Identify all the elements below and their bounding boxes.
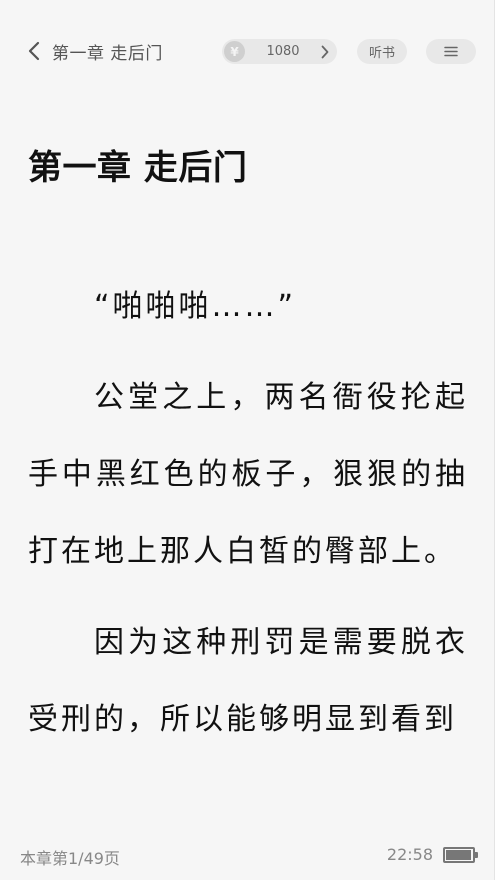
chevron-left-icon <box>28 41 40 61</box>
chapter-title: 第一章 走后门 <box>28 148 248 188</box>
battery-level <box>446 849 471 860</box>
status-area: 22:58 <box>386 845 478 864</box>
coin-balance: 1080 <box>266 44 300 59</box>
paragraph: “啪啪啪……” <box>94 289 297 324</box>
reader-top-bar: 第一章 走后门 ¥ 1080 听书 <box>0 36 494 66</box>
paragraph: 公堂之上，两名衙役抡起手中黑红色的板子，狠狠的抽打在地上那人白皙的臀部上。 <box>28 380 468 569</box>
back-button[interactable]: 第一章 走后门 <box>28 38 163 64</box>
listen-book-button[interactable]: 听书 <box>357 39 407 64</box>
yuan-coin-icon: ¥ <box>224 41 245 62</box>
coin-balance-button[interactable]: ¥ 1080 <box>222 39 337 64</box>
battery-icon <box>443 846 478 863</box>
chevron-right-icon <box>321 45 329 59</box>
page-indicator: 本章第1/49页 <box>20 849 120 868</box>
paragraph: 因为这种刑罚是需要脱衣受刑的，所以能够明显到看到 <box>28 625 468 737</box>
clock: 22:58 <box>386 845 433 864</box>
battery-tip <box>475 851 478 858</box>
menu-button[interactable] <box>426 39 476 64</box>
menu-icon <box>444 42 458 61</box>
chapter-content[interactable]: “啪啪啪……” 公堂之上，两名衙役抡起手中黑红色的板子，狠狠的抽打在地上那人白皙… <box>28 268 468 758</box>
reader-page: 第一章 走后门 ¥ 1080 听书 第一章 走后门 “啪啪啪……” 公堂之上，两… <box>0 0 495 880</box>
topbar-chapter-title: 第一章 走后门 <box>52 43 163 64</box>
